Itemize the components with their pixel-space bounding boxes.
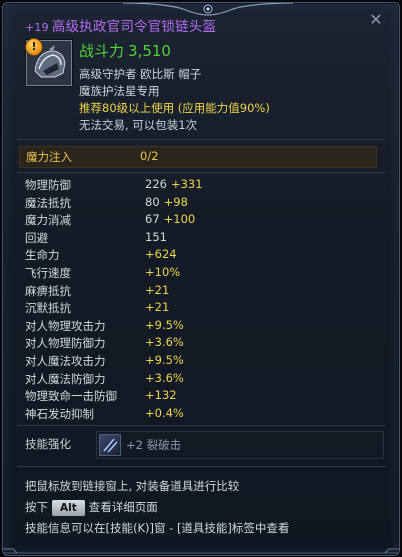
stat-bonus: +132: [145, 388, 177, 403]
stat-row: 回避 151: [25, 230, 385, 248]
item-trade-info: 无法交易, 可以包装1次: [79, 118, 198, 132]
close-icon: ✕: [369, 10, 383, 29]
stat-name: 物理致命一击防御: [25, 389, 117, 404]
skill-enhancement-text: +2 裂破击: [126, 438, 182, 452]
stat-bonus: +10%: [145, 264, 181, 279]
warning-icon: !: [25, 38, 43, 56]
close-button[interactable]: ✕: [367, 11, 385, 29]
stat-name: 回避: [25, 230, 48, 245]
enchant-level: +19: [25, 21, 49, 34]
stat-row: 物理防御 226 +331: [25, 177, 385, 195]
divider: [17, 466, 385, 467]
stat-bonus: +3.6%: [145, 370, 184, 385]
stat-value: 80 +98: [145, 195, 188, 209]
combat-power-value: 3,510: [128, 42, 171, 60]
divider: [17, 172, 385, 173]
stat-row: 对人魔法防御力 +3.6%: [25, 371, 385, 389]
stat-base: 151: [145, 229, 167, 244]
stat-name: 麻痹抵抗: [25, 283, 71, 298]
skill-info-hint: 技能信息可以在[技能(K)]窗 - [道具技能]标签中查看: [25, 521, 290, 535]
stat-name: 飞行速度: [25, 265, 71, 280]
stat-value: 67 +100: [145, 212, 195, 226]
stat-bonus: +624: [145, 247, 177, 262]
stat-bonus: +98: [163, 194, 188, 209]
detail-hint-suffix: 查看详细页面: [88, 500, 158, 514]
stat-bonus: +21: [145, 282, 170, 297]
stat-bonus: +21: [145, 300, 170, 315]
stat-name: 对人魔法攻击力: [25, 353, 106, 368]
item-icon: !: [25, 38, 72, 86]
divider: [17, 139, 385, 140]
stat-bonus: +9.5%: [145, 317, 184, 332]
stat-name: 对人魔法防御力: [25, 371, 106, 386]
item-name: 高级执政官司令官锁链头盔: [51, 19, 217, 35]
stat-bonus: +0.4%: [145, 405, 184, 420]
stat-name: 生命力: [25, 248, 60, 263]
skill-enhancement-label: 技能强化: [25, 437, 71, 451]
item-title: +19 高级执政官司令官锁链头盔: [25, 15, 216, 35]
stat-name: 对人物理防御力: [25, 336, 106, 351]
item-level-requirement: 推荐80级以上使用 (应用能力值90%): [79, 101, 270, 115]
compare-hint: 把鼠标放到链接窗上, 对装备道具进行比较: [25, 479, 240, 493]
stat-row: 对人魔法攻击力 +9.5%: [25, 353, 385, 371]
manastone-row: 魔力注入 0/2: [19, 146, 377, 168]
stat-list: 物理防御 226 +331 魔法抵抗 80 +98 魔力消减 67 +100 回避 151 生…: [25, 177, 385, 423]
stat-name: 物理防御: [25, 178, 71, 192]
stat-base: 67: [145, 212, 160, 227]
skill-enhancement-row: 技能强化 +2 裂破击: [19, 431, 384, 459]
stat-bonus: +9.5%: [145, 352, 184, 367]
stat-row: 魔法抵抗 80 +98: [25, 195, 385, 213]
slash-skill-icon: [103, 438, 118, 453]
stat-row: 物理致命一击防御 +132: [25, 388, 385, 406]
stat-name: 沉默抵抗: [25, 301, 71, 316]
item-info: 高级守护者 欧比斯 帽子 魔族护法星专用 推荐80级以上使用 (应用能力值90%…: [79, 66, 270, 134]
stat-base: 226: [145, 177, 167, 191]
item-category: 高级守护者 欧比斯 帽子: [79, 67, 202, 81]
skill-enhancement-box: +2 裂破击: [96, 431, 384, 459]
combat-power-label: 战斗力: [79, 42, 125, 60]
stat-row: 对人物理攻击力 +9.5%: [25, 318, 385, 336]
item-restriction: 魔族护法星专用: [79, 84, 160, 98]
stat-row: 飞行速度 +10%: [25, 265, 385, 283]
bottom-ornament: [3, 548, 399, 554]
stat-row: 麻痹抵抗 +21: [25, 283, 385, 301]
detail-hint-prefix: 按下: [25, 500, 48, 514]
detail-hint: 按下 Alt 查看详细页面: [25, 497, 289, 518]
stat-row: 魔力消减 67 +100: [25, 212, 385, 230]
stat-row: 对人物理防御力 +3.6%: [25, 335, 385, 353]
item-tooltip: +19 高级执政官司令官锁链头盔 ✕ ! 战斗力 3,510 高级守护者 欧比斯 帽…: [2, 2, 400, 556]
stat-name: 神石发动抑制: [25, 406, 94, 421]
manastone-value: 0/2: [140, 149, 159, 163]
tooltip-footer: 把鼠标放到链接窗上, 对装备道具进行比较 按下 Alt 查看详细页面 技能信息可以在…: [25, 476, 289, 539]
combat-power: 战斗力 3,510: [79, 40, 171, 61]
stat-name: 魔法抵抗: [25, 195, 71, 210]
alt-key-badge: Alt: [52, 499, 85, 516]
stat-row: 生命力 +624: [25, 247, 385, 265]
stat-bonus: +3.6%: [145, 335, 184, 350]
stat-value: 151: [145, 230, 167, 244]
stat-row: 神石发动抑制 +0.4%: [25, 406, 385, 424]
manastone-label: 魔力注入: [26, 150, 72, 164]
divider: [17, 425, 385, 426]
stat-base: 80: [145, 194, 160, 209]
stat-bonus: +331: [170, 177, 203, 191]
stat-bonus: +100: [163, 212, 196, 227]
stat-value: 226 +331: [145, 177, 203, 191]
stat-name: 魔力消减: [25, 213, 71, 228]
stat-row: 沉默抵抗 +21: [25, 300, 385, 318]
stat-name: 对人物理攻击力: [25, 318, 106, 333]
skill-icon: [99, 434, 121, 456]
